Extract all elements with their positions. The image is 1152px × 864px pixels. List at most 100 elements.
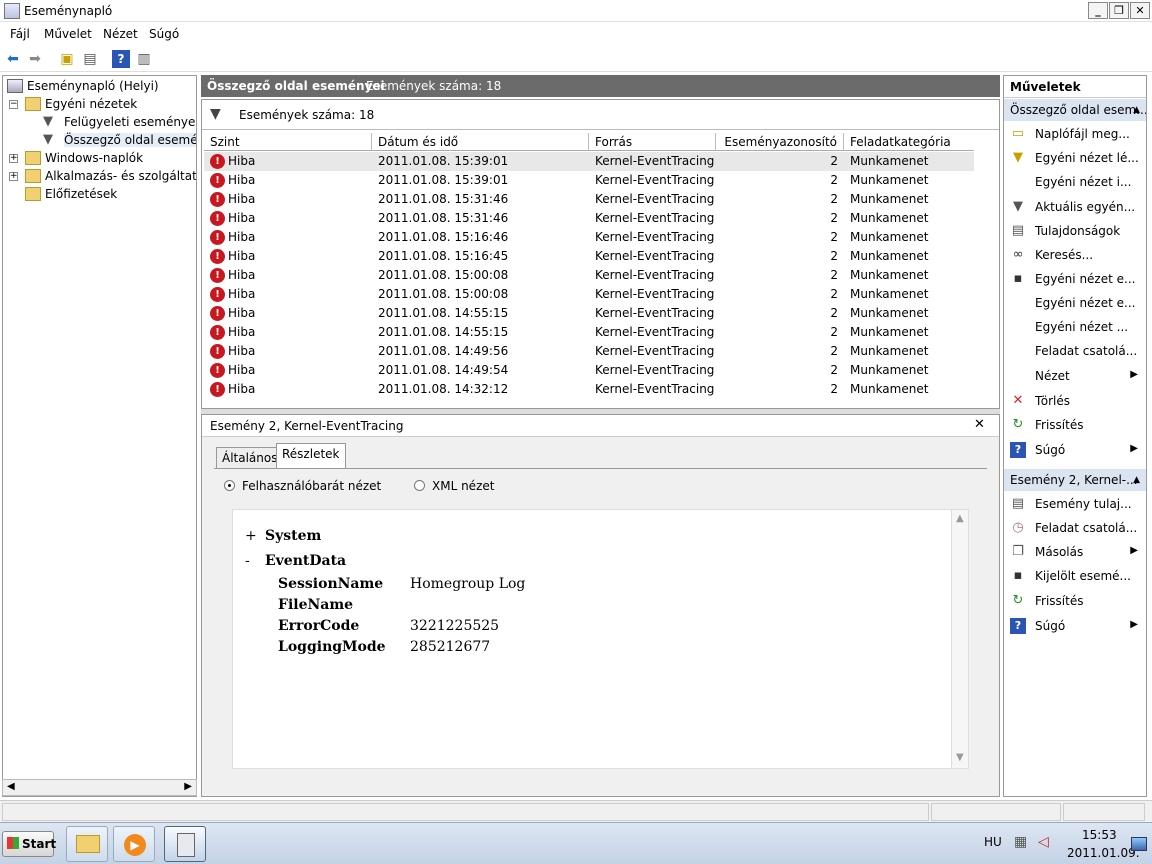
- friendly-view-radio[interactable]: [224, 480, 235, 491]
- table-row[interactable]: ! Hiba 2011.01.08. 15:00:08 Kernel-EventTra…: [204, 266, 974, 285]
- tree-item-custom-views[interactable]: Egyéni nézetek: [45, 97, 137, 111]
- volume-muted-icon[interactable]: ◁: [1038, 834, 1049, 850]
- network-icon[interactable]: ▦: [1014, 834, 1027, 850]
- vertical-scrollbar[interactable]: ▲ ▼: [951, 510, 968, 768]
- collapse-icon[interactable]: −: [9, 100, 18, 109]
- table-row[interactable]: ! Hiba 2011.01.08. 14:55:15 Kernel-EventTra…: [204, 304, 974, 323]
- action-label: Aktuális egyén...: [1035, 200, 1136, 214]
- cell-event-id: 2: [830, 211, 838, 225]
- action-item[interactable]: Egyéni nézet i...: [1004, 170, 1146, 194]
- tree-item-windows-logs[interactable]: Windows-naplók: [45, 151, 143, 165]
- tree-item-admin-events[interactable]: Felügyeleti események: [64, 115, 196, 129]
- action-item[interactable]: Egyéni nézet ...: [1004, 315, 1146, 339]
- expand-icon[interactable]: +: [9, 154, 18, 163]
- language-indicator[interactable]: HU: [984, 835, 1002, 849]
- show-desktop-icon[interactable]: [1131, 837, 1147, 851]
- actions-section-summary[interactable]: Összegző oldal esem... ▲: [1004, 99, 1146, 121]
- event-viewer-taskbar-button[interactable]: [164, 826, 206, 862]
- table-row[interactable]: ! Hiba 2011.01.08. 15:00:08 Kernel-EventTra…: [204, 285, 974, 304]
- action-label: Esemény tulaj...: [1035, 497, 1132, 511]
- action-item[interactable]: ? Súgó ▶: [1004, 438, 1146, 462]
- action-label: Feladat csatolá...: [1035, 521, 1138, 535]
- action-item[interactable]: ▼ Aktuális egyén...: [1004, 195, 1146, 219]
- action-item[interactable]: ❐ Másolás ▶: [1004, 540, 1146, 564]
- clock-time[interactable]: 15:53: [1082, 828, 1117, 842]
- close-button[interactable]: ✕: [1130, 2, 1150, 19]
- expand-icon[interactable]: +: [9, 172, 18, 181]
- tab-general[interactable]: Általános: [216, 447, 284, 469]
- horizontal-scrollbar[interactable]: ◀ ▶: [2, 779, 197, 796]
- collapse-section-icon[interactable]: ▲: [1133, 469, 1140, 491]
- menu-file[interactable]: Fájl: [10, 27, 30, 41]
- folder-icon: [25, 97, 41, 111]
- action-item[interactable]: Nézet ▶: [1004, 364, 1146, 388]
- action-item[interactable]: ◷ Feladat csatolá...: [1004, 516, 1146, 540]
- actions-section-event[interactable]: Esemény 2, Kernel-... ▲: [1004, 469, 1146, 491]
- start-button[interactable]: Start: [2, 831, 56, 857]
- action-item[interactable]: Egyéni nézet e...: [1004, 291, 1146, 315]
- action-item[interactable]: ↻ Frissítés: [1004, 589, 1146, 613]
- minimize-button[interactable]: _: [1088, 2, 1108, 19]
- menu-help[interactable]: Súgó: [149, 27, 179, 41]
- table-row[interactable]: ! Hiba 2011.01.08. 15:16:46 Kernel-EventTra…: [204, 228, 974, 247]
- table-row[interactable]: ! Hiba 2011.01.08. 14:32:12 Kernel-EventTra…: [204, 380, 974, 399]
- action-item[interactable]: ✕ Törlés: [1004, 389, 1146, 413]
- expand-system-icon[interactable]: +: [245, 528, 257, 544]
- restore-button[interactable]: ❐: [1109, 2, 1129, 19]
- column-task-category[interactable]: Feladatkategória: [844, 133, 974, 151]
- forward-icon[interactable]: ➡: [26, 50, 44, 68]
- media-player-taskbar-button[interactable]: ▶: [113, 826, 155, 862]
- center-header: Összegző oldal eseményei Események száma…: [201, 75, 1000, 97]
- menu-action[interactable]: Művelet: [44, 27, 92, 41]
- scroll-up-icon[interactable]: ▲: [956, 513, 964, 524]
- action-item[interactable]: ▭ Naplófájl meg...: [1004, 122, 1146, 146]
- scroll-left-icon[interactable]: ◀: [7, 781, 15, 792]
- action-item[interactable]: ↻ Frissítés: [1004, 413, 1146, 437]
- action-item[interactable]: Feladat csatolá...: [1004, 339, 1146, 363]
- collapse-section-icon[interactable]: ▲: [1133, 99, 1140, 121]
- action-item[interactable]: ∞ Keresés...: [1004, 243, 1146, 267]
- event-detail-pane: Esemény 2, Kernel-EventTracing ✕ Általán…: [201, 414, 1000, 797]
- up-folder-icon[interactable]: ▣: [58, 50, 76, 68]
- clock-date[interactable]: 2011.01.09.: [1067, 846, 1140, 860]
- table-row[interactable]: ! Hiba 2011.01.08. 15:39:01 Kernel-EventTra…: [204, 152, 974, 171]
- cell-source: Kernel-EventTracing: [595, 363, 715, 377]
- column-source[interactable]: Forrás: [589, 133, 716, 151]
- menu-view[interactable]: Nézet: [103, 27, 138, 41]
- action-item[interactable]: ▪ Egyéni nézet e...: [1004, 267, 1146, 291]
- cell-date: 2011.01.08. 15:31:46: [378, 211, 509, 225]
- table-row[interactable]: ! Hiba 2011.01.08. 14:55:15 Kernel-EventTra…: [204, 323, 974, 342]
- table-row[interactable]: ! Hiba 2011.01.08. 15:16:45 Kernel-EventTra…: [204, 247, 974, 266]
- column-event-id[interactable]: Eseményazonosító: [716, 133, 844, 151]
- save-icon: ▪: [1013, 568, 1023, 583]
- tab-details[interactable]: Részletek: [276, 443, 346, 469]
- collapse-eventdata-icon[interactable]: -: [245, 553, 250, 569]
- table-row[interactable]: ! Hiba 2011.01.08. 15:31:46 Kernel-EventTra…: [204, 190, 974, 209]
- table-row[interactable]: ! Hiba 2011.01.08. 14:49:56 Kernel-EventTra…: [204, 342, 974, 361]
- action-item[interactable]: ▪ Kijelölt esemé...: [1004, 564, 1146, 588]
- column-level[interactable]: Szint: [204, 133, 372, 151]
- help-icon[interactable]: ?: [112, 50, 130, 68]
- cell-source: Kernel-EventTracing: [595, 173, 715, 187]
- error-icon: !: [210, 325, 225, 340]
- explorer-taskbar-button[interactable]: [66, 826, 108, 862]
- show-hide-action-icon[interactable]: ▥: [135, 50, 153, 68]
- column-date[interactable]: Dátum és idő: [372, 133, 589, 151]
- action-item[interactable]: ▤ Tulajdonságok: [1004, 219, 1146, 243]
- table-row[interactable]: ! Hiba 2011.01.08. 14:49:54 Kernel-EventTra…: [204, 361, 974, 380]
- close-icon[interactable]: ✕: [974, 417, 985, 432]
- tree-item-app-logs[interactable]: Alkalmazás- és szolgáltatásnaplók: [45, 169, 196, 183]
- show-hide-tree-icon[interactable]: ▤: [81, 50, 99, 68]
- scroll-right-icon[interactable]: ▶: [184, 781, 192, 792]
- table-row[interactable]: ! Hiba 2011.01.08. 15:39:01 Kernel-EventTra…: [204, 171, 974, 190]
- action-item[interactable]: ▼ Egyéni nézet lé...: [1004, 146, 1146, 170]
- tree-item-summary-events[interactable]: Összegző oldal eseményei: [64, 133, 196, 147]
- table-row[interactable]: ! Hiba 2011.01.08. 15:31:46 Kernel-EventTra…: [204, 209, 974, 228]
- tree-item-root[interactable]: Eseménynapló (Helyi): [27, 79, 159, 93]
- scroll-down-icon[interactable]: ▼: [956, 752, 964, 763]
- action-item[interactable]: ▤ Esemény tulaj...: [1004, 492, 1146, 516]
- xml-view-radio[interactable]: [414, 480, 425, 491]
- back-icon[interactable]: ⬅: [4, 50, 22, 68]
- tree-item-subscriptions[interactable]: Előfizetések: [45, 187, 117, 201]
- action-item[interactable]: ? Súgó ▶: [1004, 614, 1146, 638]
